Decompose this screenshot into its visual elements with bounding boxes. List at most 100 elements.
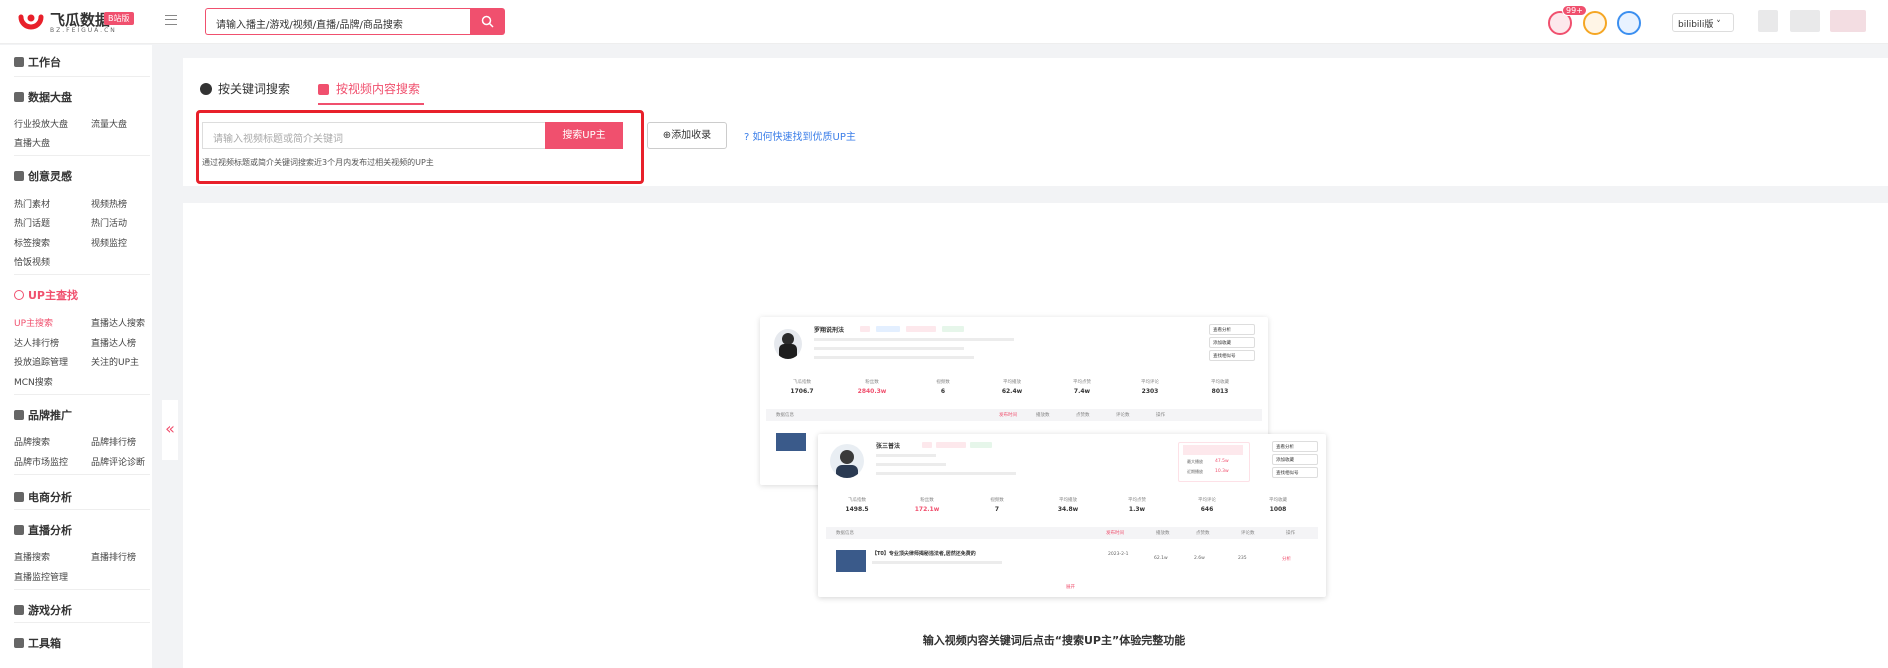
video-views: 62.1w xyxy=(1154,556,1168,561)
divider xyxy=(14,76,150,77)
global-search-input[interactable]: 请输入播主/游戏/视频/直播/品牌/商品搜索 xyxy=(205,8,471,35)
platform-switch-dropdown[interactable]: bilibili版 ˅ xyxy=(1672,13,1734,32)
sidebar-item-up-search[interactable]: UP主搜索 xyxy=(14,316,53,329)
user-avatar[interactable] xyxy=(1758,10,1778,32)
sidebar-item-hot-topics[interactable]: 热门话题 xyxy=(14,216,50,229)
stat-label: 平均评论 xyxy=(1198,498,1216,503)
column-header: 评论数 xyxy=(1241,531,1255,536)
find-similar-button: 查找相似号 xyxy=(1272,467,1318,478)
stat-label: 粉丝数 xyxy=(865,380,879,385)
sidebar-item-tag-search[interactable]: 标签搜索 xyxy=(14,236,50,249)
info-line xyxy=(872,561,1002,564)
play-stats-box: 最大播放 47.5w 近期播放 10.3w xyxy=(1178,442,1250,482)
sidebar-item-followed-up[interactable]: 关注的UP主 xyxy=(91,355,139,368)
sidebar-collapse-button[interactable]: « xyxy=(162,400,178,460)
customer-service-icon[interactable] xyxy=(1617,11,1641,35)
video-likes: 2.6w xyxy=(1194,556,1205,561)
sidebar-item-hot-material[interactable]: 热门素材 xyxy=(14,197,50,210)
sidebar-section-ecommerce[interactable]: 电商分析 xyxy=(14,489,72,505)
sidebar-section-games[interactable]: 游戏分析 xyxy=(14,602,72,618)
up-name: 罗翔说刑法 xyxy=(814,327,845,334)
menu-icon[interactable] xyxy=(165,15,177,25)
sidebar-item-industry-overview[interactable]: 行业投放大盘 xyxy=(14,117,68,130)
video-title: 【T0】专业顶尖律师揭秘违法者,居然还免费的 xyxy=(872,551,976,557)
sidebar-section-workbench[interactable]: 工作台 xyxy=(14,54,61,70)
stat-value: 1008 xyxy=(1269,506,1287,513)
sidebar-item-video-monitor[interactable]: 视频监控 xyxy=(91,236,127,249)
sidebar-item-sponsored-videos[interactable]: 恰饭视频 xyxy=(14,255,50,268)
stat-value: 7 xyxy=(994,506,1000,513)
sidebar-item-live-monitor[interactable]: 直播监控管理 xyxy=(14,570,68,583)
divider xyxy=(14,622,150,623)
column-header: 评论数 xyxy=(1116,413,1130,418)
sidebar-item-traffic-overview[interactable]: 流量大盘 xyxy=(91,117,127,130)
stat-value: 8013 xyxy=(1211,388,1229,395)
tag xyxy=(860,326,870,332)
feigua-logo-icon[interactable] xyxy=(18,8,44,34)
stat-value: 1.3w xyxy=(1128,506,1146,513)
stat-value: 62.4w xyxy=(1001,388,1023,395)
info-line xyxy=(876,463,946,466)
sidebar-item-campaign-tracking[interactable]: 投放追踪管理 xyxy=(14,355,68,368)
tag xyxy=(942,326,964,332)
side-stat-label: 近期播放 xyxy=(1187,469,1203,474)
tab-video-content-search[interactable]: 按视频内容搜索 xyxy=(318,80,420,97)
sidebar-section-brand[interactable]: 品牌推广 xyxy=(14,407,72,423)
sidebar-section-live[interactable]: 直播分析 xyxy=(14,522,72,538)
sidebar-section-up-search[interactable]: UP主查找 xyxy=(14,287,78,303)
stat-value: 2840.3w xyxy=(857,388,887,395)
sidebar-section-data-overview[interactable]: 数据大盘 xyxy=(14,89,72,105)
info-line xyxy=(814,338,1014,341)
sidebar-item-hot-events[interactable]: 热门活动 xyxy=(91,216,127,229)
sidebar-item-live-search[interactable]: 直播搜索 xyxy=(14,550,50,563)
sidebar-item-brand-comment-diagnosis[interactable]: 品牌评论诊断 xyxy=(91,455,145,468)
tab-label: 按视频内容搜索 xyxy=(336,82,421,96)
sidebar-item-live-overview[interactable]: 直播大盘 xyxy=(14,136,50,149)
brand-domain: BZ.FEIGUA.CN xyxy=(50,27,117,34)
sidebar-item-brand-search[interactable]: 品牌搜索 xyxy=(14,435,50,448)
sidebar-item-live-ranking[interactable]: 直播排行榜 xyxy=(91,550,136,563)
user-menu[interactable] xyxy=(1830,10,1866,32)
column-header: 播放数 xyxy=(1036,413,1050,418)
sidebar-item-brand-market-monitor[interactable]: 品牌市场监控 xyxy=(14,455,68,468)
search-icon xyxy=(14,290,24,300)
stat-label: 粉丝数 xyxy=(920,498,934,503)
how-to-find-up-link[interactable]: ? 如何快速找到优质UP主 xyxy=(744,128,856,143)
side-stat-label: 最大播放 xyxy=(1187,459,1203,464)
sidebar-item-mcn-search[interactable]: MCN搜索 xyxy=(14,375,53,388)
sidebar-item-video-ranking[interactable]: 视频热榜 xyxy=(91,197,127,210)
stat-value: 1706.7 xyxy=(790,388,814,395)
notification-count-badge: 99+ xyxy=(1562,5,1587,16)
clock-icon[interactable] xyxy=(1583,11,1607,35)
stat-label: 平均点赞 xyxy=(1073,380,1091,385)
view-analysis-button: 查看分析 xyxy=(1209,324,1255,335)
tab-keyword-search[interactable]: 按关键词搜索 xyxy=(200,80,290,97)
add-collection-button[interactable]: ⊕添加收录 xyxy=(647,122,727,149)
chat-icon xyxy=(200,83,212,95)
avatar xyxy=(774,329,802,359)
sidebar-item-live-streamer-search[interactable]: 直播达人搜索 xyxy=(91,316,145,329)
info-line xyxy=(814,347,964,350)
brand-badge: B站版 xyxy=(104,12,134,25)
diamond-icon xyxy=(14,410,24,420)
global-search-button[interactable] xyxy=(470,8,505,35)
divider xyxy=(14,509,150,510)
sidebar-section-creative[interactable]: 创意灵感 xyxy=(14,168,72,184)
column-header: 点赞数 xyxy=(1196,531,1210,536)
chart-icon xyxy=(14,92,24,102)
sidebar-item-live-streamer-ranking[interactable]: 直播达人榜 xyxy=(91,336,136,349)
play-icon xyxy=(318,84,329,95)
sidebar-item-streamer-ranking[interactable]: 达人排行榜 xyxy=(14,336,59,349)
add-favorite-button: 添加收藏 xyxy=(1209,337,1255,348)
stat-label: 平均评论 xyxy=(1141,380,1159,385)
column-header: 播放数 xyxy=(1156,531,1170,536)
sidebar-section-label: 电商分析 xyxy=(28,491,72,504)
sidebar-section-label: 直播分析 xyxy=(28,524,72,537)
stat-label: 平均点赞 xyxy=(1128,498,1146,503)
stat-label: 飞瓜指数 xyxy=(848,498,866,503)
user-name[interactable] xyxy=(1790,10,1820,32)
column-header: 发布时间 xyxy=(999,413,1017,418)
highlight-frame xyxy=(196,110,644,184)
stat-label: 视频数 xyxy=(936,380,950,385)
sidebar-item-brand-ranking[interactable]: 品牌排行榜 xyxy=(91,435,136,448)
